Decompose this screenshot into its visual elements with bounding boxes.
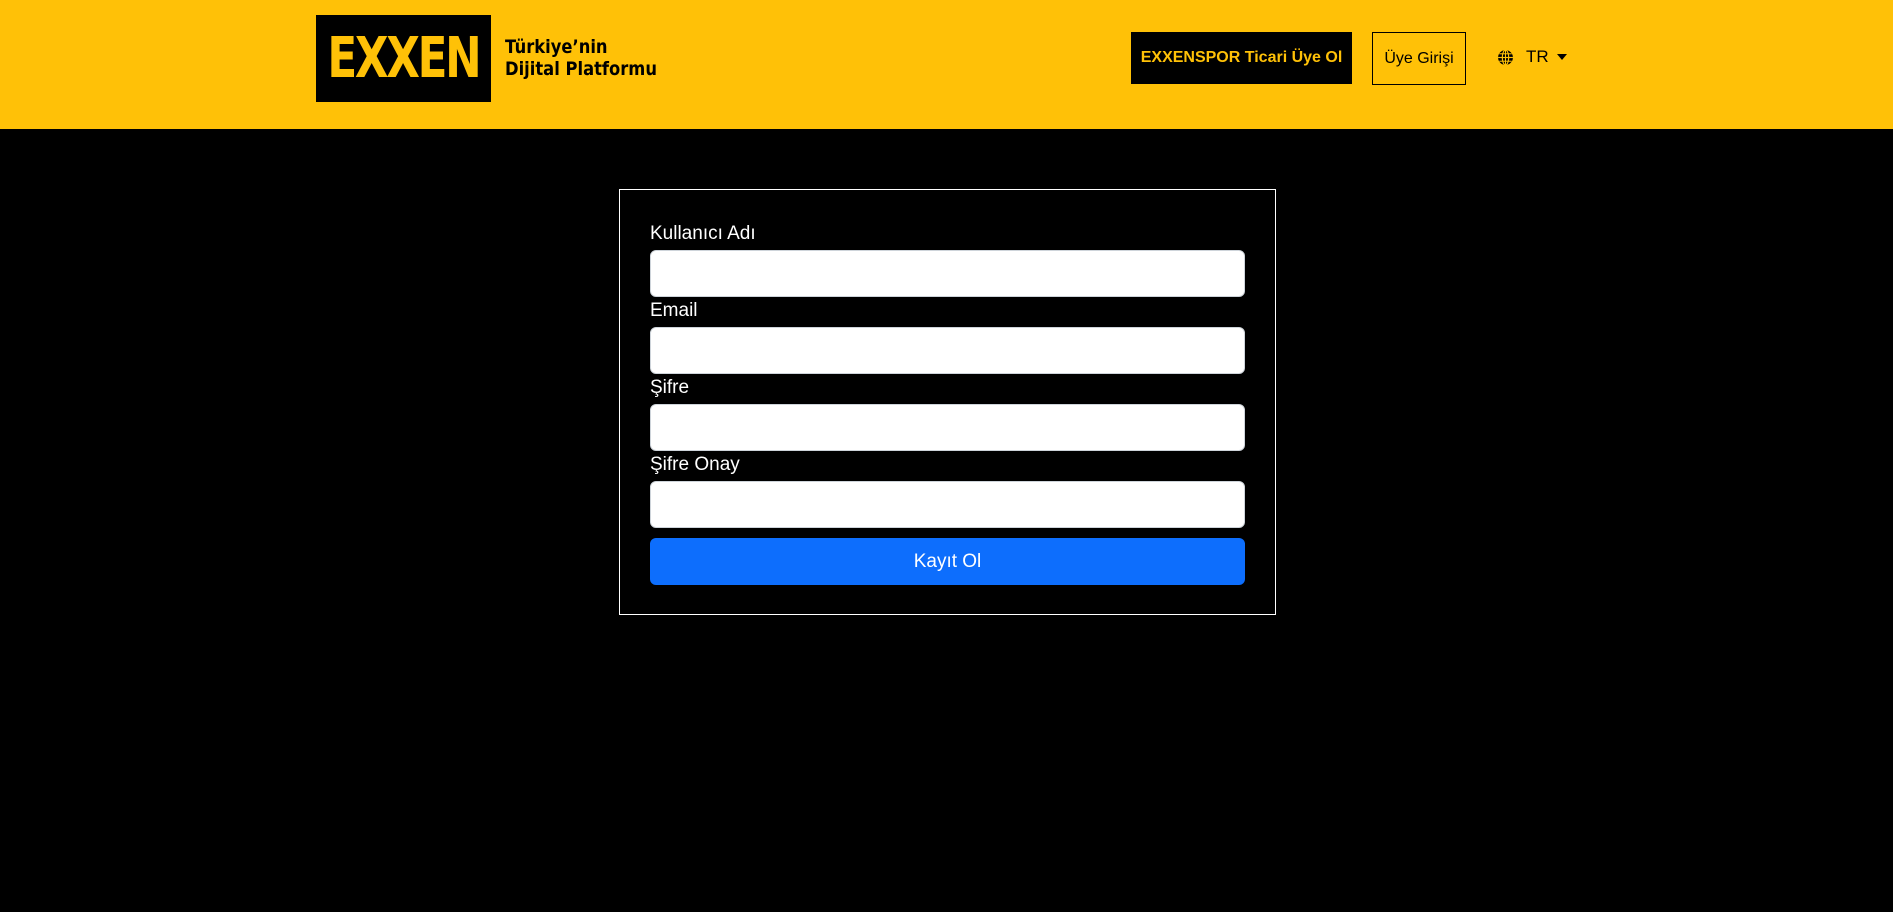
tagline-line-2: Dijital Platformu <box>505 58 657 80</box>
tagline: Türkiye’nin Dijital Platformu <box>505 36 657 80</box>
member-login-button[interactable]: Üye Girişi <box>1372 32 1466 85</box>
tagline-line-1: Türkiye’nin <box>505 36 608 58</box>
email-input[interactable] <box>650 327 1245 374</box>
logo-text: EXXEN <box>327 25 482 91</box>
exxen-logo[interactable]: EXXEN <box>316 15 491 102</box>
email-label: Email <box>650 300 698 321</box>
exxenspor-register-button[interactable]: EXXENSPOR Ticari Üye Ol <box>1131 32 1352 84</box>
site-header: EXXEN Türkiye’nin Dijital Platformu EXXE… <box>0 0 1893 129</box>
globe-icon <box>1497 48 1514 66</box>
caret-down-icon <box>1556 54 1567 60</box>
register-submit-button[interactable]: Kayıt Ol <box>650 538 1245 585</box>
language-dropdown[interactable]: TR <box>1497 45 1567 69</box>
username-label: Kullanıcı Adı <box>650 223 756 244</box>
password-confirm-label: Şifre Onay <box>650 454 740 475</box>
username-input[interactable] <box>650 250 1245 297</box>
language-label: TR <box>1526 47 1549 66</box>
password-label: Şifre <box>650 377 690 398</box>
password-input[interactable] <box>650 404 1245 451</box>
registration-form: Kullanıcı Adı Email Şifre Şifre Onay Kay… <box>619 189 1276 615</box>
password-confirm-input[interactable] <box>650 481 1245 528</box>
